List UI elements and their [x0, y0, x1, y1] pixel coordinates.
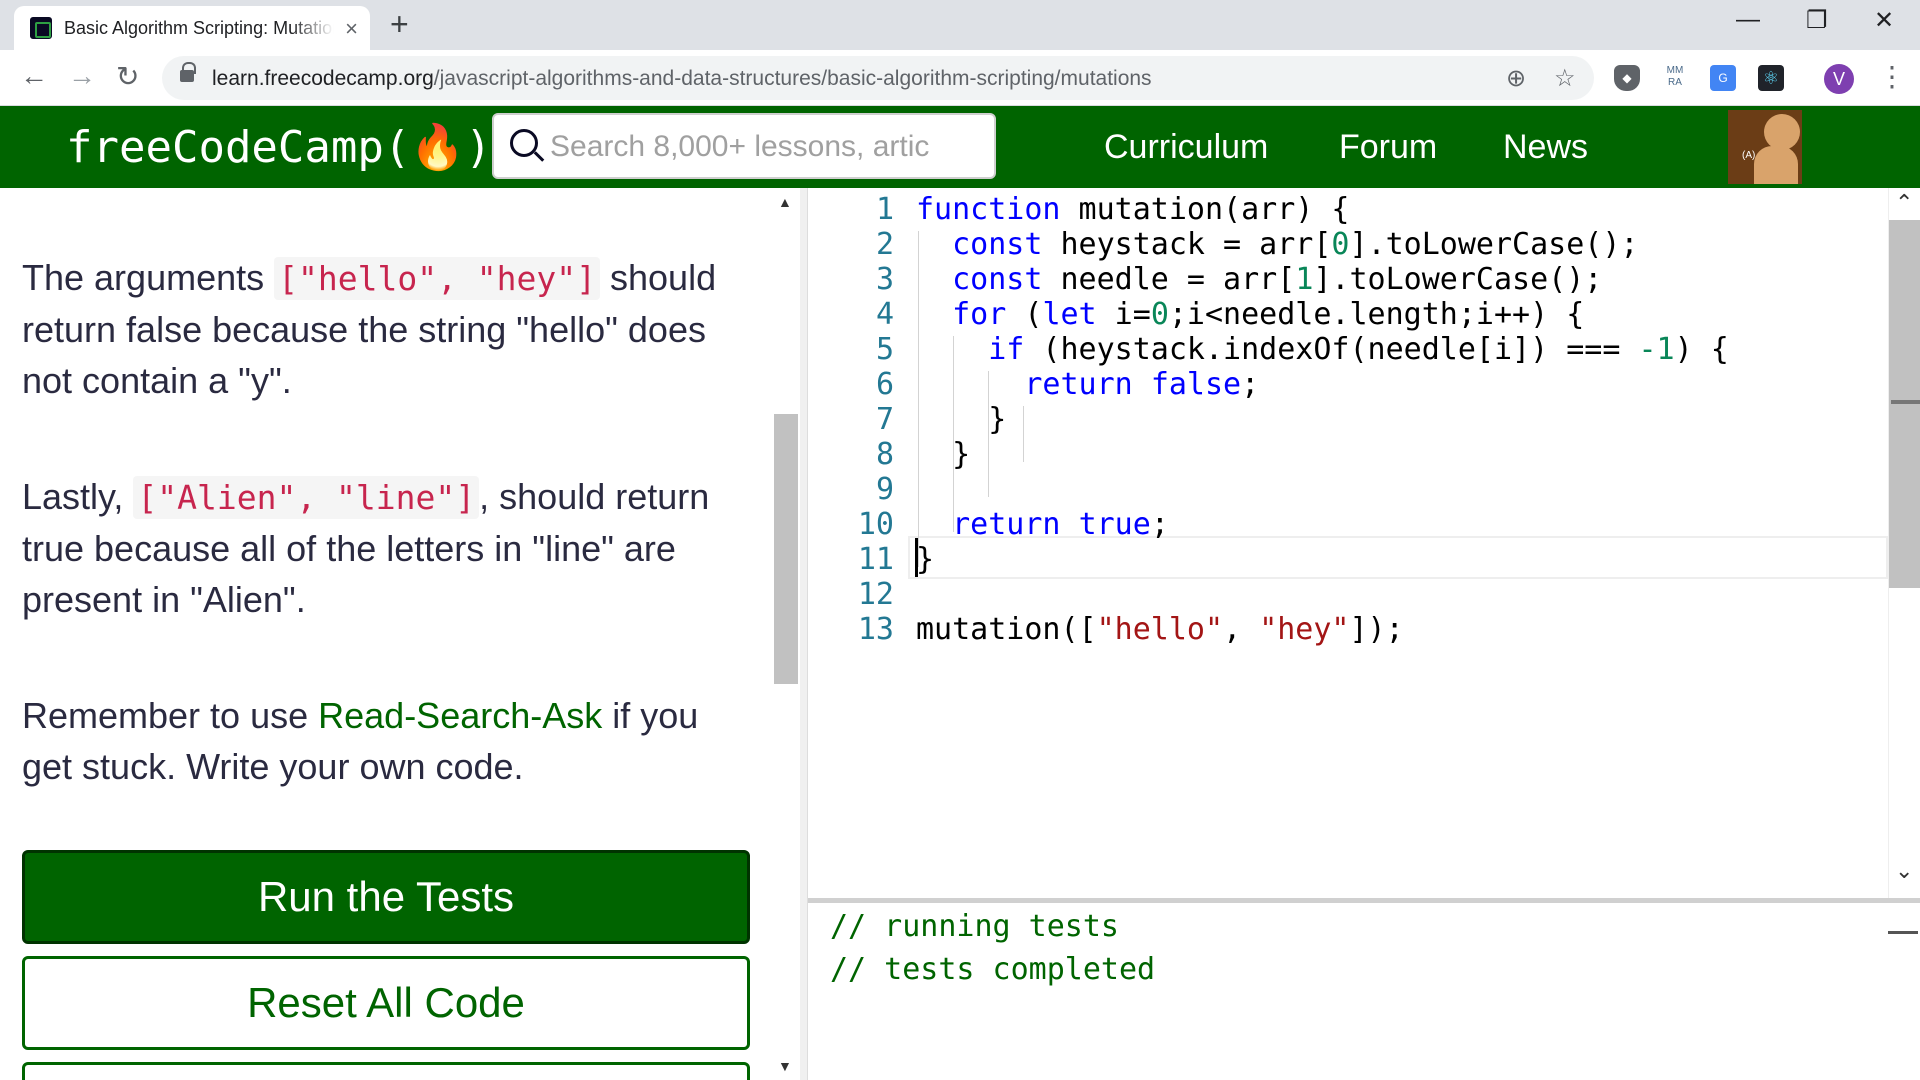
editor-scrollbar-thumb[interactable]: [1889, 220, 1920, 588]
ublock-icon[interactable]: ◆: [1614, 65, 1640, 91]
scrollbar-thumb[interactable]: [774, 414, 798, 684]
output-scroll-marker: [1888, 931, 1918, 934]
browser-toolbar: ← → ↻ learn.freecodecamp.org/javascript-…: [0, 50, 1920, 106]
restore-window-icon[interactable]: ❐: [1806, 6, 1828, 35]
nav-link-news[interactable]: News: [1503, 128, 1588, 167]
avatar-body: [1754, 146, 1798, 184]
back-arrow-icon[interactable]: ←: [20, 60, 48, 92]
mmra-icon[interactable]: MM RA: [1662, 65, 1688, 91]
search-bar[interactable]: [492, 113, 996, 179]
scroll-down-arrow-icon[interactable]: ▼: [778, 1058, 792, 1074]
code-line-13: 13 mutation(["hello", "hey"]);: [857, 612, 1404, 647]
freecodecamp-logo[interactable]: freeCodeCamp(🔥): [66, 121, 492, 173]
inline-code: ["Alien", "line"]: [133, 476, 480, 519]
cursor-position-marker: [1891, 400, 1920, 404]
translate-icon[interactable]: G: [1710, 65, 1736, 91]
new-tab-icon[interactable]: +: [390, 6, 409, 43]
lock-icon: [180, 62, 196, 82]
minimize-window-icon[interactable]: —: [1736, 6, 1760, 34]
browser-menu-icon[interactable]: ⋮: [1878, 60, 1906, 93]
browser-tab-bar: Basic Algorithm Scripting: Mutations × +…: [0, 0, 1920, 50]
description-paragraph-2: Lastly, ["Alien", "line"], should return…: [22, 476, 710, 620]
text-cursor: [915, 538, 918, 577]
inline-code: ["hello", "hey"]: [274, 257, 601, 300]
scroll-down-chevron-icon[interactable]: ⌄: [1895, 858, 1913, 884]
description-paragraph-1: The arguments ["hello", "hey"] should re…: [22, 257, 717, 401]
close-tab-icon[interactable]: ×: [345, 16, 358, 42]
profile-avatar[interactable]: V: [1824, 64, 1854, 94]
challenge-description-panel: The arguments ["hello", "hey"] should re…: [0, 188, 770, 1080]
run-tests-button[interactable]: Run the Tests: [22, 850, 750, 944]
user-avatar[interactable]: (A): [1728, 110, 1802, 184]
nav-link-forum[interactable]: Forum: [1339, 128, 1437, 167]
reload-icon[interactable]: ↻: [116, 60, 139, 93]
test-output-console: // running tests // tests completed: [808, 898, 1920, 1080]
description-paragraph-3: Remember to use Read-Search-Ask if you g…: [22, 695, 699, 787]
url-text[interactable]: learn.freecodecamp.org/javascript-algori…: [212, 67, 1152, 91]
tab-title: Basic Algorithm Scripting: Mutations: [64, 18, 334, 38]
pane-splitter[interactable]: [800, 188, 808, 1080]
bookmark-star-icon[interactable]: ☆: [1554, 64, 1576, 93]
editor-scrollbar[interactable]: ⌃ ⌄: [1888, 188, 1920, 898]
reset-code-button[interactable]: Reset All Code: [22, 956, 750, 1050]
scroll-up-arrow-icon[interactable]: ▲: [778, 194, 792, 210]
address-bar[interactable]: learn.freecodecamp.org/javascript-algori…: [162, 56, 1594, 100]
next-button-partial[interactable]: [22, 1062, 750, 1080]
search-input[interactable]: [550, 127, 930, 167]
zoom-icon[interactable]: ⊕: [1506, 64, 1526, 93]
react-devtools-icon[interactable]: ⚛: [1758, 65, 1784, 91]
forward-arrow-icon[interactable]: →: [68, 60, 96, 92]
avatar-mark-icon: (A): [1742, 150, 1756, 161]
nav-link-curriculum[interactable]: Curriculum: [1104, 128, 1268, 167]
fcc-navbar: freeCodeCamp(🔥) Curriculum Forum News (A…: [0, 106, 1920, 188]
read-search-ask-link[interactable]: Read-Search-Ask: [318, 695, 602, 736]
output-line: // tests completed: [830, 952, 1156, 987]
freecodecamp-favicon-icon: [30, 17, 52, 39]
description-scrollbar[interactable]: ▲ ▼: [770, 188, 800, 1080]
close-window-icon[interactable]: ✕: [1874, 6, 1894, 35]
code-editor[interactable]: 1 function mutation(arr) { 2 const heysta…: [808, 188, 1888, 898]
browser-tab[interactable]: Basic Algorithm Scripting: Mutations ×: [14, 6, 370, 50]
scroll-up-chevron-icon[interactable]: ⌃: [1895, 190, 1913, 216]
avatar-head: [1764, 114, 1800, 150]
search-icon: [510, 129, 538, 157]
output-line: // running tests: [830, 909, 1119, 944]
